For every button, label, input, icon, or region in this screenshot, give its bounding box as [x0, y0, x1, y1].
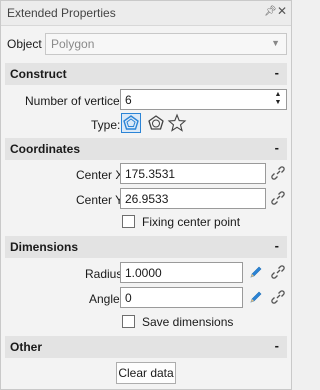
fixing-center-checkbox[interactable] [122, 215, 135, 228]
vertices-stepper[interactable]: 6 ▲ ▼ [120, 89, 287, 110]
section-coordinates-title: Coordinates [10, 142, 81, 156]
link-icon[interactable] [270, 289, 286, 305]
section-construct[interactable]: Construct - [5, 63, 287, 85]
pencil-icon[interactable] [248, 264, 264, 280]
section-other-title: Other [10, 340, 43, 354]
center-y-input[interactable]: 26.9533 [120, 188, 266, 209]
panel-title: Extended Properties [7, 6, 116, 20]
collapse-icon[interactable]: - [275, 140, 279, 155]
section-other[interactable]: Other - [5, 336, 287, 358]
radius-input[interactable]: 1.0000 [120, 262, 243, 283]
polygon-icon[interactable] [121, 113, 141, 133]
star-icon[interactable] [167, 113, 187, 133]
center-x-value: 175.3531 [125, 167, 176, 181]
chevron-down-icon: ▼ [271, 38, 280, 48]
collapse-icon[interactable]: - [275, 238, 279, 253]
object-select-value: Polygon [51, 37, 95, 51]
vertices-value: 6 [125, 93, 132, 107]
angle-value: 0 [125, 291, 132, 305]
center-x-label: Center X [76, 168, 124, 182]
section-dimensions[interactable]: Dimensions - [5, 236, 287, 258]
link-icon[interactable] [270, 190, 286, 206]
object-label: Object [7, 37, 42, 51]
link-icon[interactable] [270, 264, 286, 280]
link-icon[interactable] [270, 165, 286, 181]
vertices-label: Number of vertices [25, 94, 126, 108]
fixing-center-label: Fixing center point [142, 215, 241, 229]
section-dimensions-title: Dimensions [10, 240, 79, 254]
spin-arrows-icon[interactable]: ▲ ▼ [274, 91, 282, 107]
rounded-polygon-icon[interactable] [146, 113, 166, 133]
center-y-value: 26.9533 [125, 192, 169, 206]
center-y-label: Center Y [76, 193, 124, 207]
angle-input[interactable]: 0 [120, 287, 243, 308]
angle-label: Angle [89, 292, 120, 306]
center-x-input[interactable]: 175.3531 [120, 163, 266, 184]
extended-properties-panel: Extended Properties 📌︎ ✕ Object Polygon … [0, 0, 292, 390]
save-dimensions-label: Save dimensions [142, 315, 234, 329]
collapse-icon[interactable]: - [275, 338, 279, 353]
object-select[interactable]: Polygon ▼ [45, 33, 287, 55]
save-dimensions-checkbox[interactable] [122, 315, 135, 328]
panel-titlebar: Extended Properties 📌︎ ✕ [1, 1, 291, 26]
pin-icon[interactable]: 📌︎ [264, 6, 277, 17]
section-coordinates[interactable]: Coordinates - [5, 138, 287, 160]
collapse-icon[interactable]: - [275, 65, 279, 80]
radius-label: Radius [85, 267, 123, 281]
close-icon[interactable]: ✕ [277, 4, 287, 18]
radius-value: 1.0000 [125, 266, 162, 280]
type-label: Type: [91, 118, 121, 132]
pencil-icon[interactable] [248, 289, 264, 305]
section-construct-title: Construct [10, 67, 67, 81]
clear-data-button[interactable]: Clear data [116, 362, 176, 384]
